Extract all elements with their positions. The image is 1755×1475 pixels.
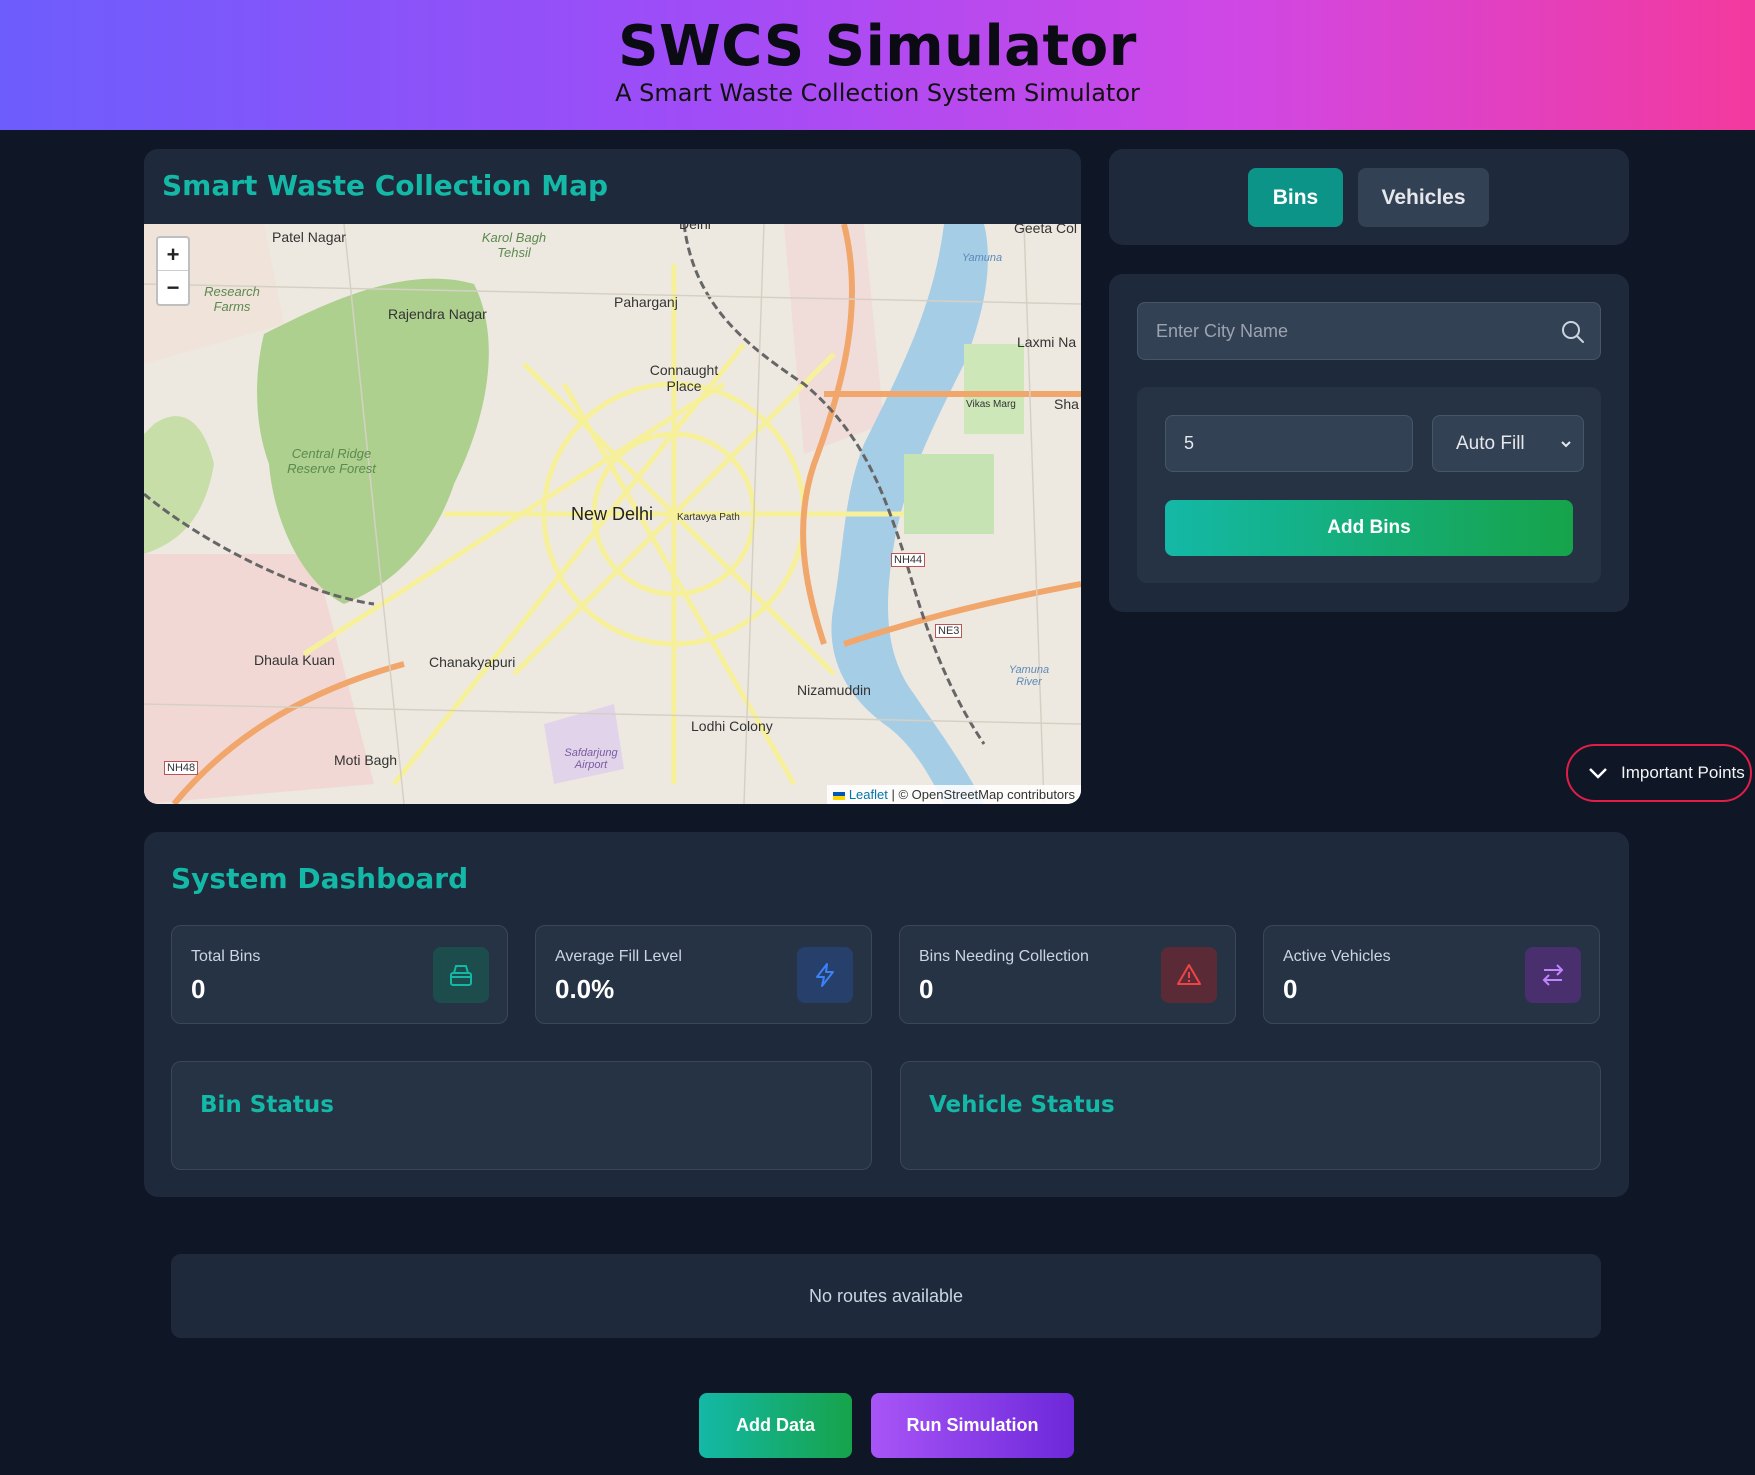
stat-label: Active Vehicles [1283, 948, 1391, 965]
bin-icon [450, 965, 472, 986]
bin-status-section: Bin Status [171, 1061, 872, 1170]
dashboard-title: System Dashboard [171, 862, 469, 895]
map-label: Central Ridge Reserve Forest [287, 446, 376, 476]
search-icon[interactable] [1560, 319, 1586, 345]
map-view[interactable]: Patel Nagar Karol Bagh Tehsil Delhi Geet… [144, 224, 1081, 804]
vehicle-status-section: Vehicle Status [900, 1061, 1601, 1170]
osm-attribution-text: | © OpenStreetMap contributors [891, 787, 1076, 802]
map-label: Karol Bagh Tehsil [481, 230, 547, 260]
stat-card-average-fill: Average Fill Level 0.0% [535, 925, 872, 1024]
lightning-icon [816, 963, 834, 987]
map-panel: Smart Waste Collection Map Patel Nagar K… [144, 149, 1081, 804]
stat-label: Total Bins [191, 948, 261, 965]
map-label: NH44 [891, 553, 926, 567]
zoom-in-button[interactable]: + [158, 238, 188, 271]
map-label: Research Farms [204, 284, 260, 314]
tabs-panel: Bins Vehicles [1109, 149, 1629, 245]
map-title: Smart Waste Collection Map [162, 169, 609, 202]
map-label: Geeta Col [1014, 224, 1078, 236]
routes-panel: No routes available [171, 1254, 1601, 1338]
stat-icon-box [1525, 947, 1581, 1003]
tab-vehicles[interactable]: Vehicles [1358, 168, 1489, 227]
app-header: SWCS Simulator A Smart Waste Collection … [0, 0, 1755, 130]
chevron-down-icon [1589, 768, 1607, 779]
map-label: NE3 [935, 624, 963, 638]
map-label: Kartavya Path [677, 512, 740, 523]
bin-status-title: Bin Status [200, 1092, 334, 1118]
map-label: Safdarjung Airport [564, 747, 618, 771]
city-search [1137, 302, 1601, 360]
zoom-control: + − [156, 236, 190, 306]
map-label: Yamuna River [1008, 664, 1050, 688]
important-points-button[interactable]: Important Points [1566, 744, 1752, 802]
important-points-label: Important Points [1621, 763, 1745, 782]
map-label: Dhaula Kuan [254, 652, 335, 668]
map-label: Connaught Place [649, 362, 719, 394]
app-subtitle: A Smart Waste Collection System Simulato… [615, 79, 1140, 107]
system-dashboard: System Dashboard Total Bins 0 Average Fi… [144, 832, 1629, 1197]
tab-bins[interactable]: Bins [1248, 168, 1343, 227]
chevron-down-icon [1561, 441, 1571, 448]
bin-count-input[interactable]: 5 [1165, 415, 1413, 472]
vehicle-status-title: Vehicle Status [929, 1092, 1115, 1118]
stat-label: Bins Needing Collection [919, 948, 1089, 965]
stat-card-total-bins: Total Bins 0 [171, 925, 508, 1024]
map-attribution: Leaflet | © OpenStreetMap contributors [827, 785, 1081, 804]
map-label: Lodhi Colony [691, 718, 773, 734]
fill-mode-select[interactable]: Auto Fill [1432, 415, 1584, 472]
map-label: Vikas Marg [966, 399, 1016, 410]
zoom-out-button[interactable]: − [158, 271, 188, 304]
add-bins-button[interactable]: Add Bins [1165, 500, 1573, 556]
map-label: Chanakyapuri [429, 654, 516, 670]
map-label: Yamuna [962, 252, 1003, 264]
arrows-exchange-icon [1542, 964, 1564, 986]
app-title: SWCS Simulator [618, 14, 1137, 79]
bins-controls-panel: 5 Auto Fill Add Bins [1109, 274, 1629, 612]
run-simulation-button[interactable]: Run Simulation [871, 1393, 1074, 1458]
stat-value: 0.0% [555, 974, 615, 1004]
leaflet-link[interactable]: Leaflet [849, 787, 888, 802]
stat-value: 0 [1283, 974, 1298, 1004]
add-data-button[interactable]: Add Data [699, 1393, 852, 1458]
city-search-input[interactable] [1138, 303, 1600, 359]
map-label: Paharganj [614, 294, 678, 310]
map-label: Delhi [679, 224, 711, 232]
flag-icon [833, 791, 846, 800]
stat-icon-box [797, 947, 853, 1003]
stat-icon-box [433, 947, 489, 1003]
fill-mode-value: Auto Fill [1456, 433, 1525, 454]
stat-value: 0 [191, 974, 206, 1004]
map-label: New Delhi [571, 504, 654, 524]
add-bins-form: 5 Auto Fill Add Bins [1137, 387, 1601, 583]
stat-card-active-vehicles: Active Vehicles 0 [1263, 925, 1600, 1024]
map-label: Nizamuddin [797, 682, 871, 698]
stat-icon-box [1161, 947, 1217, 1003]
map-label: NH48 [164, 761, 199, 775]
stat-card-bins-needing-collection: Bins Needing Collection 0 [899, 925, 1236, 1024]
warning-icon [1177, 964, 1201, 985]
stat-label: Average Fill Level [555, 948, 682, 965]
map-label: Moti Bagh [334, 752, 398, 768]
map-label: Patel Nagar [272, 229, 346, 245]
map-label: Sha [1054, 396, 1079, 412]
map-label: Rajendra Nagar [388, 306, 487, 322]
stat-value: 0 [919, 974, 934, 1004]
map-label: Laxmi Na [1017, 334, 1077, 350]
